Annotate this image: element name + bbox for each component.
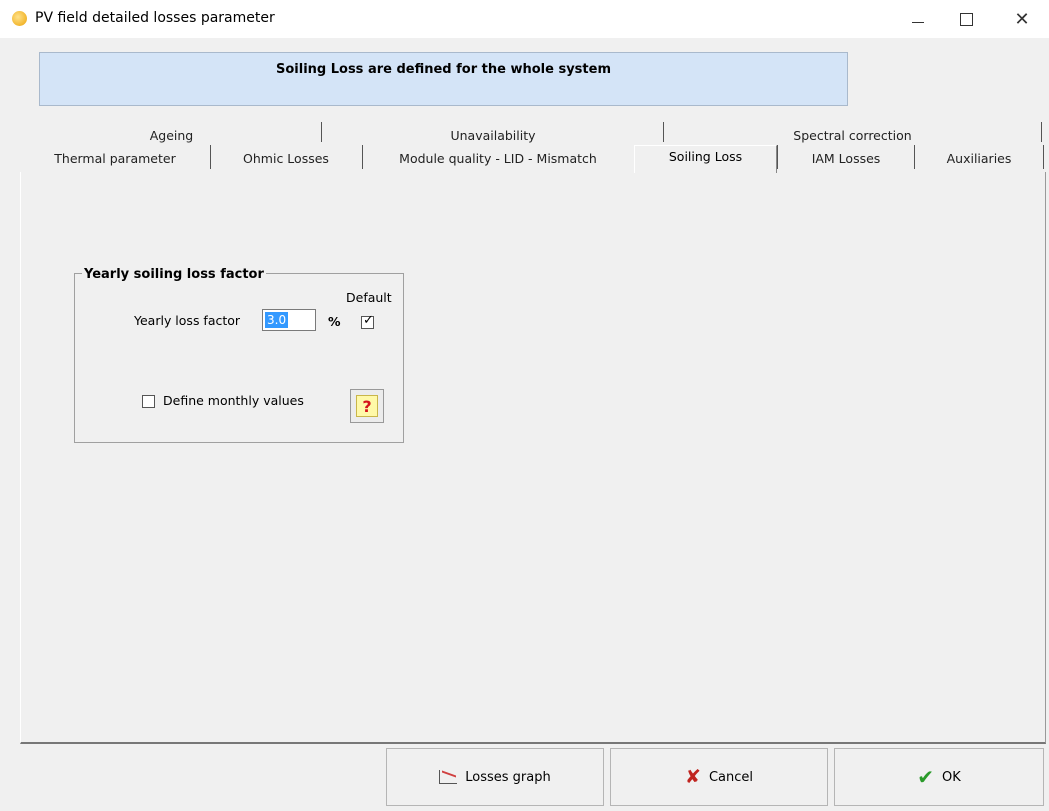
percent-unit: % (328, 314, 341, 329)
tab-soiling-loss-label: Soiling Loss (668, 149, 743, 164)
ok-button[interactable]: ✔ OK (834, 748, 1044, 806)
tab-divider (663, 122, 664, 142)
checkmark-icon: ✓ (363, 313, 374, 328)
maximize-button[interactable] (946, 4, 986, 34)
minimize-icon (912, 21, 924, 23)
help-button[interactable]: ? (350, 389, 384, 423)
yearly-loss-value: 3.0 (265, 312, 289, 328)
tab-divider (1041, 122, 1042, 142)
graph-icon (439, 770, 458, 784)
ok-check-icon: ✔ (917, 765, 934, 789)
question-icon: ? (356, 395, 378, 417)
banner-text: Soiling Loss are defined for the whole s… (275, 62, 611, 77)
tab-auxiliaries[interactable]: Auxiliaries (916, 149, 1042, 169)
tab-divider (1043, 145, 1044, 169)
ok-label: OK (942, 769, 961, 785)
tab-unavailability[interactable]: Unavailability (323, 126, 663, 146)
tab-thermal-parameter[interactable]: Thermal parameter (22, 149, 208, 169)
tab-divider (777, 145, 778, 169)
info-banner: Soiling Loss are defined for the whole s… (39, 52, 848, 106)
tab-soiling-loss[interactable]: Soiling Loss (634, 145, 777, 173)
tab-spectral-correction[interactable]: Spectral correction (665, 126, 1040, 146)
tab-panel (20, 172, 1046, 744)
tab-ohmic-losses[interactable]: Ohmic Losses (212, 149, 360, 169)
yearly-loss-label: Yearly loss factor (134, 313, 241, 328)
tab-divider (362, 145, 363, 169)
cancel-label: Cancel (708, 769, 753, 785)
cancel-icon: ✘ (685, 765, 701, 788)
tab-module-quality[interactable]: Module quality - LID - Mismatch (364, 149, 632, 169)
window-title: PV field detailed losses parameter (35, 10, 275, 26)
tab-divider (914, 145, 915, 169)
losses-graph-label: Losses graph (465, 769, 551, 785)
default-checkbox[interactable]: ✓ (361, 313, 374, 329)
default-label: Default (346, 290, 392, 305)
minimize-button[interactable] (898, 4, 938, 34)
monthly-values-checkbox[interactable] (142, 395, 155, 408)
monthly-values-label: Define monthly values (163, 393, 304, 408)
tab-iam-losses[interactable]: IAM Losses (779, 149, 913, 169)
cancel-button[interactable]: ✘ Cancel (610, 748, 828, 806)
app-icon (12, 11, 27, 26)
tab-divider (210, 145, 211, 169)
title-bar: PV field detailed losses parameter ✕ (0, 0, 1049, 38)
close-icon: ✕ (1014, 8, 1030, 30)
yearly-loss-input[interactable]: 3.0 (262, 309, 316, 331)
group-title: Yearly soiling loss factor (82, 267, 266, 282)
maximize-icon (959, 12, 973, 26)
tab-ageing[interactable]: Ageing (24, 126, 319, 146)
close-button[interactable]: ✕ (1002, 4, 1042, 34)
losses-graph-button[interactable]: Losses graph (386, 748, 604, 806)
tab-divider (321, 122, 322, 142)
